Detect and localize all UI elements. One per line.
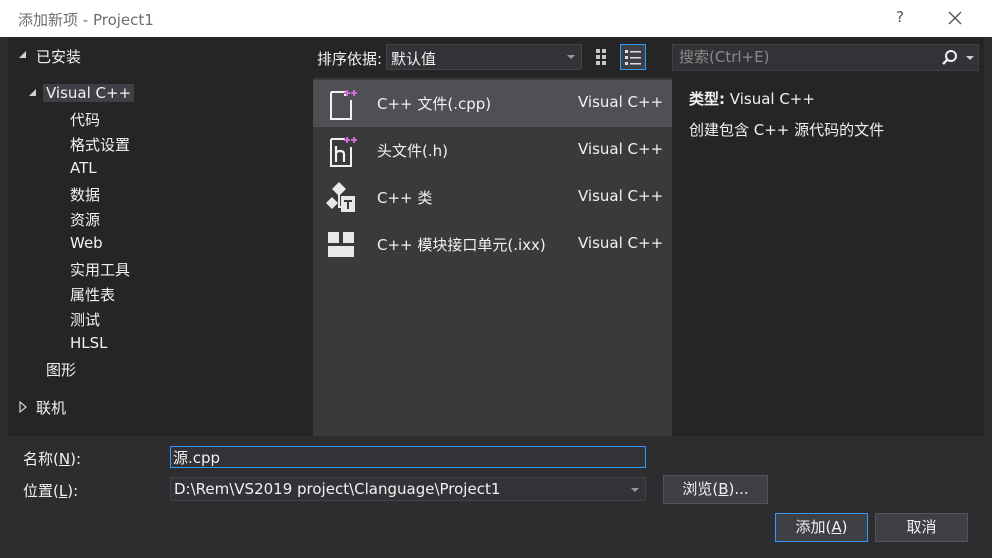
- title-bar: 添加新项 - Project1 ?: [0, 0, 992, 37]
- close-icon: [948, 11, 962, 25]
- list-view-icon: [625, 50, 641, 65]
- template-name: 头文件(.h): [377, 142, 448, 160]
- header-file-icon: [330, 137, 357, 167]
- template-item-cpp-file[interactable]: C++ 文件(.cpp) Visual C++: [313, 80, 672, 127]
- expanded-arrow-icon[interactable]: [28, 88, 38, 98]
- location-dropdown[interactable]: D:\Rem\VS2019 project\Clanguage\Project1: [170, 477, 646, 501]
- sort-dropdown[interactable]: 默认值: [386, 44, 582, 70]
- template-language: Visual C++: [578, 187, 664, 205]
- template-item-header-file[interactable]: 头文件(.h) Visual C++: [313, 127, 672, 174]
- grid-view-button[interactable]: [591, 44, 617, 70]
- sort-label: 排序依据:: [317, 50, 383, 68]
- list-view-button[interactable]: [620, 44, 646, 70]
- search-input[interactable]: [679, 48, 929, 66]
- tree-item-5[interactable]: Web: [70, 234, 103, 252]
- template-name: C++ 类: [377, 189, 433, 207]
- name-field[interactable]: [170, 446, 646, 468]
- template-item-cpp-class[interactable]: C++ 类 Visual C++: [313, 174, 672, 221]
- chevron-down-icon[interactable]: [966, 56, 974, 60]
- module-icon: [328, 232, 354, 257]
- search-icon[interactable]: [941, 49, 959, 67]
- location-label: 位置(L):: [23, 482, 79, 500]
- add-button[interactable]: 添加(A): [775, 513, 868, 542]
- location-value: D:\Rem\VS2019 project\Clanguage\Project1: [174, 480, 501, 498]
- search-box[interactable]: [672, 44, 979, 71]
- tree-item-2[interactable]: ATL: [70, 159, 97, 177]
- browse-button[interactable]: 浏览(B)...: [663, 475, 768, 504]
- tree-item-8[interactable]: 测试: [70, 309, 100, 330]
- help-button[interactable]: ?: [890, 8, 910, 26]
- tree-item-9[interactable]: HLSL: [70, 334, 108, 352]
- tree-item-graphics[interactable]: 图形: [46, 359, 76, 380]
- tree-item-online[interactable]: 联机: [36, 397, 66, 418]
- cpp-file-icon: [330, 90, 357, 120]
- template-language: Visual C++: [578, 234, 664, 252]
- tree-item-7[interactable]: 属性表: [70, 284, 115, 305]
- tree-item-6[interactable]: 实用工具: [70, 259, 130, 280]
- chevron-down-icon: [631, 488, 639, 492]
- expanded-arrow-icon[interactable]: [18, 50, 28, 60]
- chevron-down-icon: [567, 55, 575, 59]
- template-name: C++ 模块接口单元(.ixx): [377, 236, 546, 254]
- type-value: Visual C++: [729, 90, 815, 108]
- template-language: Visual C++: [578, 140, 664, 158]
- details-pane: 类型: Visual C++ 创建包含 C++ 源代码的文件: [689, 88, 979, 140]
- collapsed-arrow-icon[interactable]: [18, 401, 28, 413]
- name-label: 名称(N):: [23, 450, 81, 468]
- template-name: C++ 文件(.cpp): [377, 95, 492, 113]
- cpp-class-icon: [326, 182, 355, 212]
- type-label: 类型:: [689, 90, 725, 108]
- window-title: 添加新项 - Project1: [18, 11, 154, 29]
- tree-item-installed[interactable]: 已安装: [36, 46, 81, 67]
- tree-item-3[interactable]: 数据: [70, 184, 100, 205]
- tree-item-4[interactable]: 资源: [70, 209, 100, 230]
- tree-item-1[interactable]: 格式设置: [70, 134, 130, 155]
- template-description: 创建包含 C++ 源代码的文件: [689, 121, 885, 139]
- cancel-button[interactable]: 取消: [875, 513, 968, 542]
- grid-view-icon: [596, 49, 606, 65]
- template-language: Visual C++: [578, 93, 664, 111]
- sort-value: 默认值: [391, 50, 437, 68]
- tree-item-visual-cpp[interactable]: Visual C++: [43, 84, 135, 102]
- template-item-module[interactable]: C++ 模块接口单元(.ixx) Visual C++: [313, 221, 672, 268]
- close-button[interactable]: [943, 4, 967, 32]
- tree-item-0[interactable]: 代码: [70, 109, 100, 130]
